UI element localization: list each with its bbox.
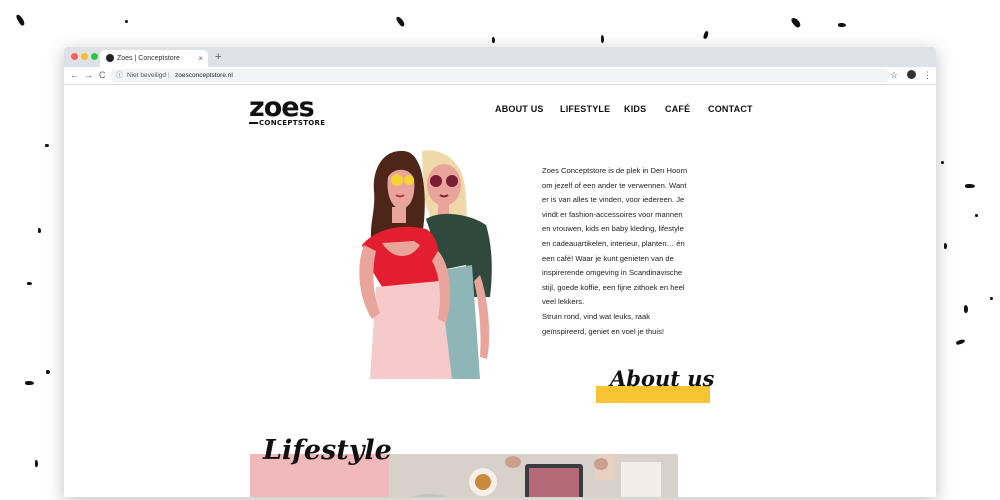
nav-kids[interactable]: KIDS [624, 104, 646, 114]
forward-arrow-icon[interactable]: → [84, 69, 93, 81]
logo-subtitle: CONCEPTSTORE [249, 119, 325, 127]
browser-tab[interactable]: Zoes | Conceptstore × [100, 50, 208, 67]
browser-toolbar: ← → C ⓘ Niet beveiligd | zoesconceptstor… [64, 67, 936, 85]
lifestyle-photo-image [389, 454, 678, 497]
info-icon[interactable]: ⓘ [116, 69, 123, 82]
logo-word: zoes [249, 92, 315, 123]
browser-menu-icon[interactable]: ⋮ [923, 68, 932, 82]
tab-strip: Zoes | Conceptstore × + [64, 47, 936, 67]
tab-title: Zoes | Conceptstore [117, 55, 180, 62]
about-text: Zoes Conceptstore is de plek in Den Hoor… [542, 164, 692, 339]
address-separator: | [168, 72, 170, 79]
minimize-window-icon[interactable] [81, 53, 88, 60]
tab-close-icon[interactable]: × [198, 50, 203, 67]
lifestyle-photo[interactable] [389, 454, 678, 497]
site-logo[interactable]: zoes CONCEPTSTORE [249, 92, 325, 127]
close-window-icon[interactable] [71, 53, 78, 60]
lifestyle-heading[interactable]: Lifestyle [263, 435, 392, 466]
about-us-heading[interactable]: About us [610, 366, 714, 391]
new-tab-icon[interactable]: + [215, 49, 221, 65]
nav-about-us[interactable]: ABOUT US [495, 104, 544, 114]
about-paragraph: Zoes Conceptstore is de plek in Den Hoor… [542, 166, 688, 307]
reload-icon[interactable]: C [99, 69, 106, 81]
nav-contact[interactable]: CONTACT [708, 104, 753, 114]
bookmark-star-icon[interactable]: ☆ [890, 69, 898, 81]
security-label: Niet beveiligd [127, 72, 167, 79]
back-arrow-icon[interactable]: ← [70, 69, 79, 81]
maximize-window-icon[interactable] [91, 53, 98, 60]
address-bar[interactable]: ⓘ Niet beveiligd | zoesconceptstore.nl [110, 69, 890, 82]
browser-window: Zoes | Conceptstore × + ← → C ⓘ Niet bev… [64, 47, 936, 497]
profile-avatar[interactable] [907, 70, 916, 79]
nav-lifestyle[interactable]: LIFESTYLE [560, 104, 610, 114]
favicon-icon [106, 54, 114, 62]
about-closing: Struin rond, vind wat leuks, raak geïnsp… [542, 311, 665, 336]
women-illustration [359, 150, 492, 379]
url-text[interactable]: zoesconceptstore.nl [175, 69, 233, 82]
nav-cafe[interactable]: CAFÉ [665, 104, 690, 114]
web-page: zoes CONCEPTSTORE ABOUT US LIFESTYLE KID… [64, 85, 936, 497]
